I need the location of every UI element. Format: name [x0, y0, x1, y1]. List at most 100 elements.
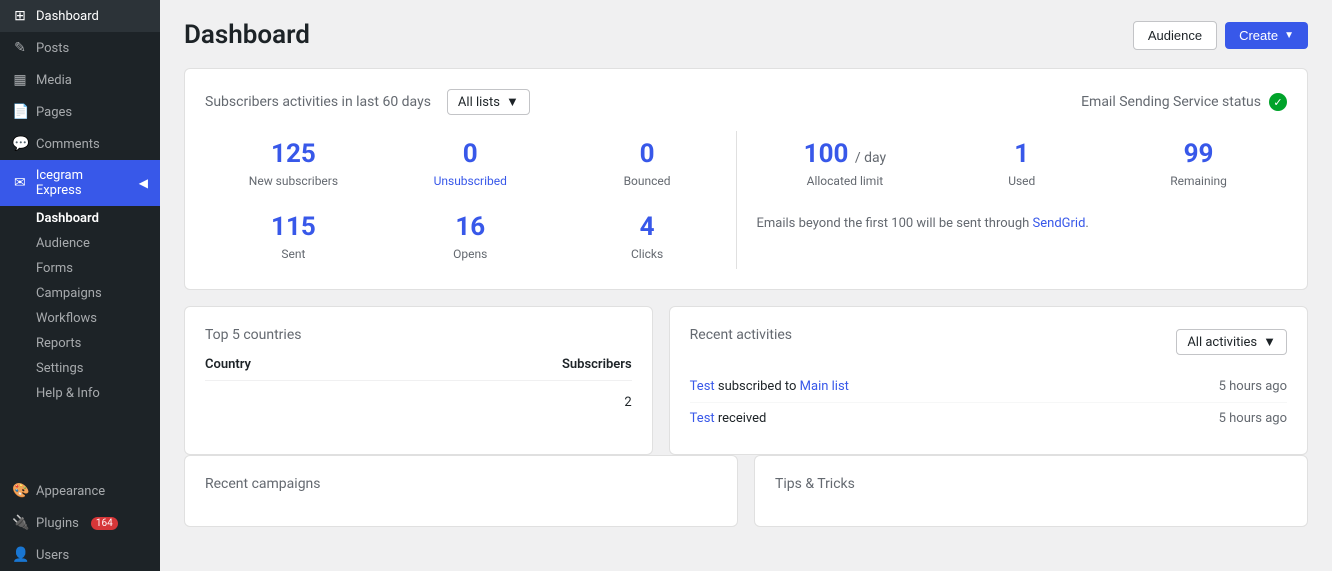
sidebar-item-users[interactable]: 👤 Users: [0, 539, 160, 571]
used-stat: 1 Used: [933, 131, 1110, 196]
bottom-row: Recent campaigns Tips & Tricks: [184, 455, 1308, 527]
subscribers-col-header: Subscribers: [562, 357, 632, 372]
country-col-header: Country: [205, 357, 251, 372]
sidebar-sub-audience[interactable]: Audience: [0, 231, 160, 256]
audience-button[interactable]: Audience: [1133, 21, 1217, 50]
used-value: 1: [937, 139, 1106, 170]
countries-table-header: Country Subscribers: [205, 357, 632, 381]
sidebar-item-label: Icegram Express: [36, 168, 131, 198]
sidebar-item-label: Comments: [36, 137, 100, 152]
activities-filter-label: All activities: [1187, 335, 1257, 350]
chevron-down-icon: ▼: [1263, 334, 1276, 350]
sidebar-item-icegram[interactable]: ✉ Icegram Express ◀: [0, 160, 160, 206]
unsubscribed-stat: 0 Unsubscribed: [382, 131, 559, 196]
clicks-value: 4: [563, 212, 732, 243]
countries-card: Top 5 countries Country Subscribers 2: [184, 306, 653, 455]
sidebar: ⊞ Dashboard ✎ Posts ▦ Media 📄 Pages 💬 Co…: [0, 0, 160, 571]
sent-stat: 115 Sent: [205, 204, 382, 269]
remaining-label: Remaining: [1114, 174, 1283, 188]
sidebar-sub-reports[interactable]: Reports: [0, 331, 160, 356]
email-info: Emails beyond the first 100 will be sent…: [757, 216, 1288, 231]
pages-icon: 📄: [12, 104, 28, 120]
create-button[interactable]: Create ▼: [1225, 22, 1308, 49]
clicks-label: Clicks: [563, 247, 732, 261]
recent-campaigns-card: Recent campaigns: [184, 455, 738, 527]
sidebar-item-dashboard-top[interactable]: ⊞ Dashboard: [0, 0, 160, 32]
new-subscribers-stat: 125 New subscribers: [205, 131, 382, 196]
bounced-stat: 0 Bounced: [559, 131, 736, 196]
sidebar-sub-help[interactable]: Help & Info: [0, 381, 160, 406]
clicks-stat: 4 Clicks: [559, 204, 736, 269]
unsubscribed-value: 0: [386, 139, 555, 170]
stats-title: Subscribers activities in last 60 days: [205, 94, 431, 110]
appearance-icon: 🎨: [12, 483, 28, 499]
activity-time-2: 5 hours ago: [1219, 411, 1287, 426]
sidebar-item-comments[interactable]: 💬 Comments: [0, 128, 160, 160]
activity-row: Test subscribed to Main list 5 hours ago: [690, 371, 1287, 403]
plugins-badge: 164: [91, 517, 118, 530]
opens-label: Opens: [386, 247, 555, 261]
stats-header: Subscribers activities in last 60 days A…: [205, 89, 1287, 115]
activity-row: Test received 5 hours ago: [690, 403, 1287, 434]
sidebar-sub-dashboard[interactable]: Dashboard: [0, 206, 160, 231]
tips-card: Tips & Tricks: [754, 455, 1308, 527]
bottom-grid: Top 5 countries Country Subscribers 2 Re…: [184, 306, 1308, 455]
media-icon: ▦: [12, 72, 28, 88]
countries-title: Top 5 countries: [205, 327, 632, 343]
opens-value: 16: [386, 212, 555, 243]
sidebar-item-label: Appearance: [36, 484, 105, 499]
users-icon: 👤: [12, 547, 28, 563]
activity-link-test2[interactable]: Test: [690, 411, 715, 426]
page-header: Dashboard Audience Create ▼: [184, 20, 1308, 50]
stats-left: 125 New subscribers 0 Unsubscribed 0 Bou…: [205, 131, 736, 269]
opens-stat: 16 Opens: [382, 204, 559, 269]
activity-link-main[interactable]: Main list: [800, 379, 849, 394]
arrow-icon: ◀: [139, 176, 148, 190]
sidebar-sub-settings[interactable]: Settings: [0, 356, 160, 381]
sidebar-item-posts[interactable]: ✎ Posts: [0, 32, 160, 64]
plugins-icon: 🔌: [12, 515, 28, 531]
used-label: Used: [937, 174, 1106, 188]
dashboard-icon: ⊞: [12, 8, 28, 24]
activities-filter-dropdown[interactable]: All activities ▼: [1176, 329, 1287, 355]
icegram-icon: ✉: [12, 175, 28, 191]
stats-card: Subscribers activities in last 60 days A…: [184, 68, 1308, 290]
comments-icon: 💬: [12, 136, 28, 152]
activities-card: Recent activities All activities ▼ Test …: [669, 306, 1308, 455]
status-dot: ✓: [1269, 93, 1287, 111]
subscribers-cell: 2: [624, 395, 631, 410]
all-lists-dropdown[interactable]: All lists ▼: [447, 89, 530, 115]
stats-row-2: 115 Sent 16 Opens 4 Clicks: [205, 204, 736, 269]
sidebar-item-media[interactable]: ▦ Media: [0, 64, 160, 96]
filter-label: All lists: [458, 95, 500, 110]
activity-text-2: Test received: [690, 411, 767, 426]
sidebar-sub-campaigns[interactable]: Campaigns: [0, 281, 160, 306]
remaining-stat: 99 Remaining: [1110, 131, 1287, 196]
sidebar-item-appearance[interactable]: 🎨 Appearance: [0, 475, 160, 507]
sidebar-sub-forms[interactable]: Forms: [0, 256, 160, 281]
activity-time-1: 5 hours ago: [1219, 379, 1287, 394]
unsubscribed-label: Unsubscribed: [386, 174, 555, 188]
allocated-value: 100 / day: [761, 139, 930, 170]
page-title: Dashboard: [184, 20, 310, 50]
sidebar-item-label: Pages: [36, 105, 72, 120]
sent-label: Sent: [209, 247, 378, 261]
sidebar-sub-workflows[interactable]: Workflows: [0, 306, 160, 331]
activity-text-1: Test subscribed to Main list: [690, 379, 849, 394]
sidebar-item-plugins[interactable]: 🔌 Plugins 164: [0, 507, 160, 539]
activities-header: Recent activities All activities ▼: [690, 327, 1287, 357]
activity-link-test1[interactable]: Test: [690, 379, 715, 394]
stats-body: 125 New subscribers 0 Unsubscribed 0 Bou…: [205, 131, 1287, 269]
table-row: 2: [205, 389, 632, 416]
posts-icon: ✎: [12, 40, 28, 56]
header-actions: Audience Create ▼: [1133, 21, 1308, 50]
sidebar-item-label: Posts: [36, 41, 69, 56]
allocated-label: Allocated limit: [761, 174, 930, 188]
recent-campaigns-title: Recent campaigns: [205, 476, 717, 492]
sidebar-item-label: Media: [36, 73, 72, 88]
new-subscribers-value: 125: [209, 139, 378, 170]
sendgrid-link[interactable]: SendGrid: [1033, 216, 1086, 231]
sidebar-item-label: Dashboard: [36, 9, 99, 24]
sidebar-item-pages[interactable]: 📄 Pages: [0, 96, 160, 128]
new-subscribers-label: New subscribers: [209, 174, 378, 188]
